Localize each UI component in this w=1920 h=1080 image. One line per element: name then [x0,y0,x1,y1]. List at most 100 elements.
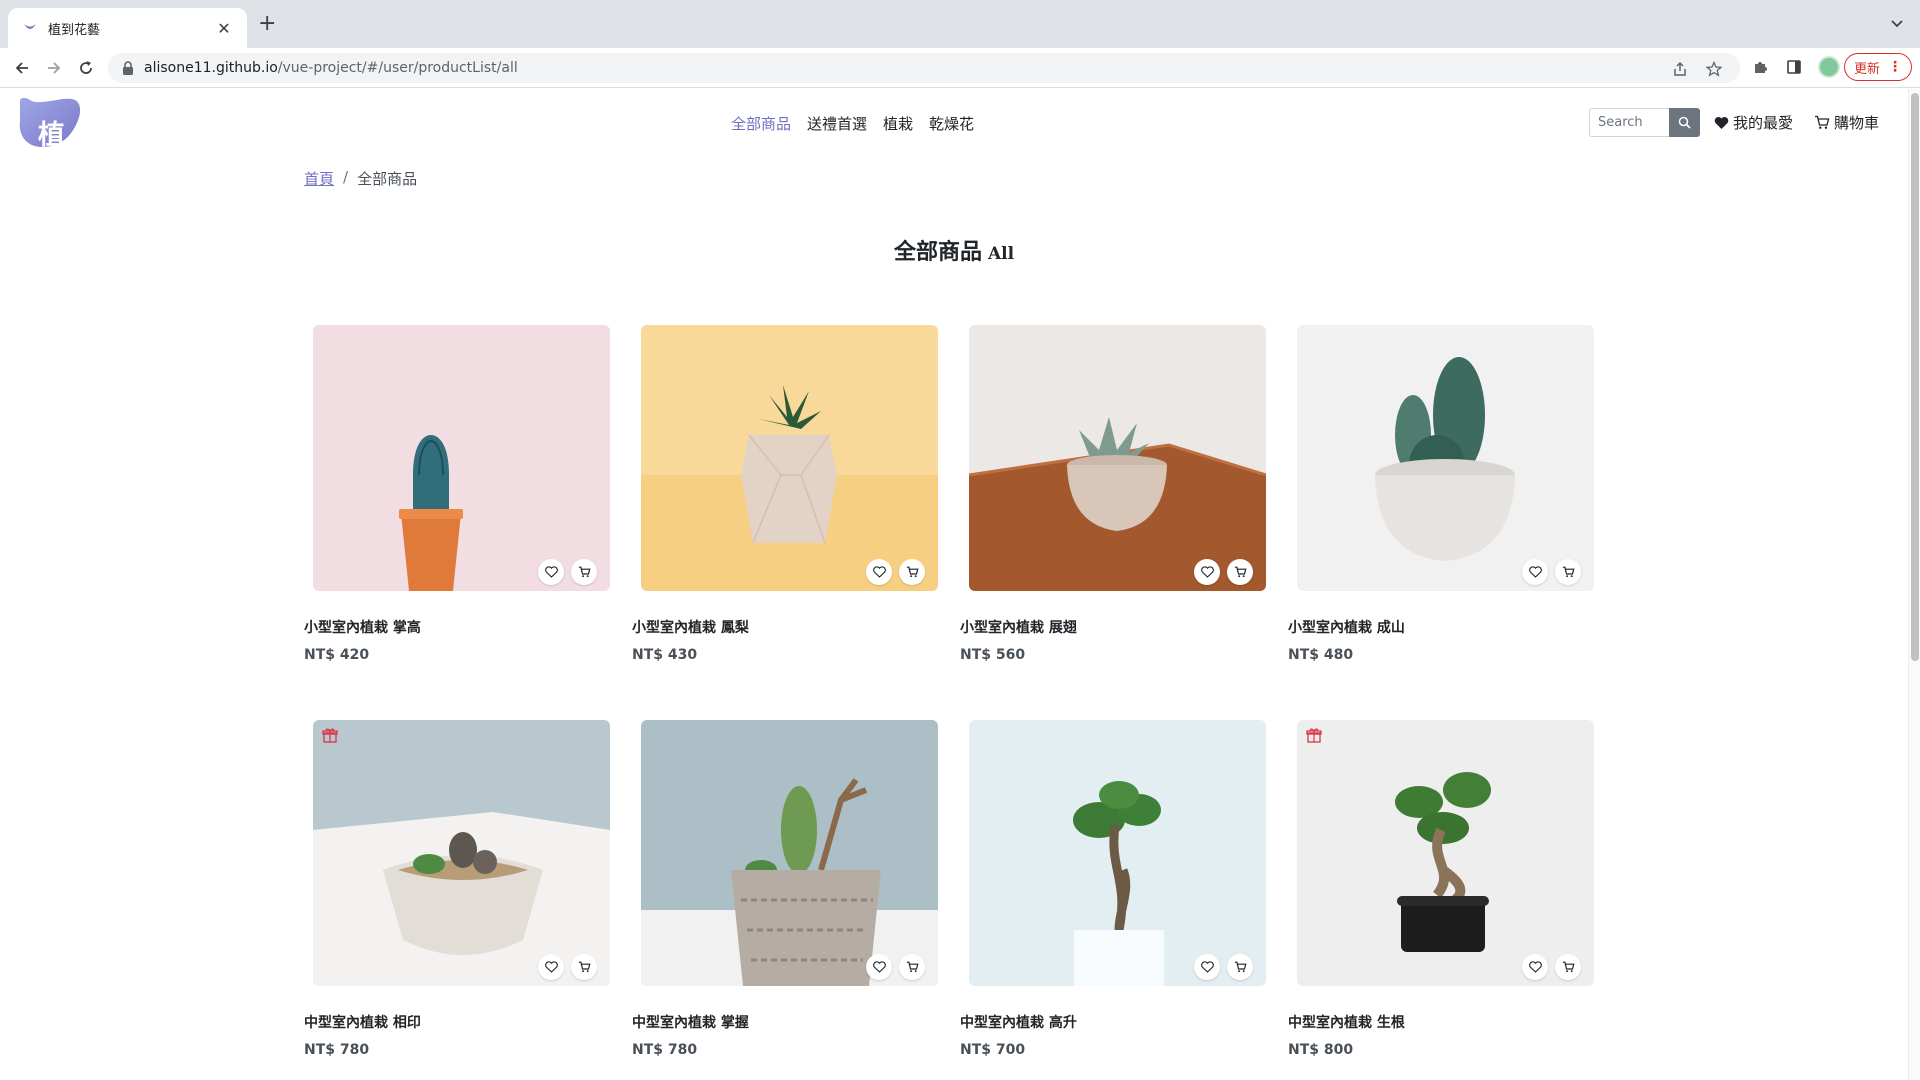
breadcrumb-home-link[interactable]: 首頁 [304,168,334,189]
address-bar[interactable]: alisone11.github.io/vue-project/#/user/p… [108,53,1740,83]
search-input[interactable]: Search [1589,108,1669,137]
gift-icon [1306,728,1322,743]
page-scrollbar[interactable] [1908,89,1920,1080]
menu-item-plants[interactable]: 植栽 [883,113,913,134]
cart-label: 購物車 [1834,114,1880,132]
product-image[interactable] [641,325,938,591]
cart-icon [1562,566,1574,578]
cart-icon [906,566,918,578]
add-to-cart-button[interactable] [1555,954,1581,980]
product-name[interactable]: 中型室內植栽 相印 [304,1012,421,1032]
cart-icon [578,566,590,578]
product-image[interactable] [969,325,1266,591]
cart-icon [1234,961,1246,973]
tab-title: 植到花藝 [48,22,101,38]
heart-outline-icon [1528,566,1542,578]
page-title-en: All [987,244,1015,264]
favorites-link[interactable]: 我的最愛 [1714,112,1793,133]
more-menu-icon: ⋮ [1888,59,1902,75]
add-to-cart-button[interactable] [1227,954,1253,980]
heart-outline-icon [544,566,558,578]
product-name[interactable]: 小型室內植栽 掌高 [304,617,421,637]
product-image[interactable] [1297,325,1594,591]
side-panel-icon[interactable] [1784,57,1804,77]
product-image[interactable] [313,720,610,986]
favorites-label: 我的最愛 [1733,114,1794,132]
heart-outline-icon [544,961,558,973]
product-price: NT$ 560 [960,647,1026,663]
product-name[interactable]: 中型室內植栽 高升 [960,1012,1077,1032]
breadcrumb: 首頁 / 全部商品 [304,168,417,189]
product-name[interactable]: 小型室內植栽 鳳梨 [632,617,749,637]
logo-text: 植到 [38,120,66,190]
add-to-cart-button[interactable] [1227,559,1253,585]
cart-icon [906,961,918,973]
product-name[interactable]: 小型室內植栽 展翅 [960,617,1077,637]
share-icon[interactable] [1670,59,1690,79]
add-favorite-button[interactable] [538,559,564,585]
menu-item-dried-flowers[interactable]: 乾燥花 [929,113,974,134]
scrollbar-thumb[interactable] [1911,93,1919,661]
add-to-cart-button[interactable] [1555,559,1581,585]
cart-icon [1815,115,1830,129]
bookmark-star-icon[interactable] [1704,59,1724,79]
update-button[interactable]: 更新 ⋮ [1844,53,1912,81]
site-favicon-icon [24,24,36,29]
product-name[interactable]: 小型室內植栽 成山 [1288,617,1405,637]
search-button[interactable] [1669,108,1700,137]
add-favorite-button[interactable] [1522,954,1548,980]
gift-icon [322,728,338,743]
extensions-puzzle-icon[interactable] [1750,57,1770,77]
tab-search-chevron-icon[interactable] [1888,14,1906,32]
cart-icon [578,961,590,973]
add-favorite-button[interactable] [538,954,564,980]
close-tab-icon[interactable]: ✕ [215,19,233,38]
add-favorite-button[interactable] [1194,559,1220,585]
product-name[interactable]: 中型室內植栽 掌握 [632,1012,749,1032]
add-favorite-button[interactable] [1194,954,1220,980]
product-price: NT$ 480 [1288,647,1354,663]
site-navbar: 植到 全部商品 送禮首選 植栽 乾燥花 Search 我的最愛 購物車 [0,89,1910,190]
new-tab-icon[interactable]: + [258,12,276,36]
heart-outline-icon [872,961,886,973]
menu-item-all-products[interactable]: 全部商品 [731,113,791,134]
add-to-cart-button[interactable] [571,559,597,585]
product-price: NT$ 420 [304,647,370,663]
heart-outline-icon [1200,566,1214,578]
back-icon[interactable] [10,56,34,80]
add-favorite-button[interactable] [866,559,892,585]
browser-tabstrip: 植到花藝 ✕ + [0,0,1920,48]
lock-icon [123,61,133,75]
add-to-cart-button[interactable] [899,954,925,980]
add-to-cart-button[interactable] [571,954,597,980]
menu-item-gift-picks[interactable]: 送禮首選 [807,113,867,134]
heart-outline-icon [1200,961,1214,973]
page-title-zh: 全部商品 [893,240,982,265]
browser-toolbar: alisone11.github.io/vue-project/#/user/p… [0,48,1920,88]
update-label: 更新 [1853,61,1880,77]
add-favorite-button[interactable] [1522,559,1548,585]
reload-icon[interactable] [74,56,98,80]
cart-link[interactable]: 購物車 [1814,112,1879,133]
product-image[interactable] [313,325,610,591]
product-image[interactable] [641,720,938,986]
add-to-cart-button[interactable] [899,559,925,585]
page-title: 全部商品 All [0,234,1908,266]
product-name[interactable]: 中型室內植栽 生根 [1288,1012,1405,1032]
heart-icon [1714,116,1729,129]
product-image[interactable] [1297,720,1594,986]
breadcrumb-separator: / [343,168,349,186]
browser-tab[interactable]: 植到花藝 ✕ [8,8,247,48]
forward-icon[interactable] [42,56,66,80]
search-icon [1678,116,1691,129]
product-price: NT$ 780 [632,1042,698,1058]
heart-outline-icon [1528,961,1542,973]
profile-avatar[interactable] [1818,56,1840,78]
product-price: NT$ 430 [632,647,698,663]
cart-icon [1234,566,1246,578]
site-logo[interactable]: 植到 [16,95,82,190]
search-form: Search [1589,108,1700,137]
add-favorite-button[interactable] [866,954,892,980]
product-image[interactable] [969,720,1266,986]
product-price: NT$ 700 [960,1042,1026,1058]
